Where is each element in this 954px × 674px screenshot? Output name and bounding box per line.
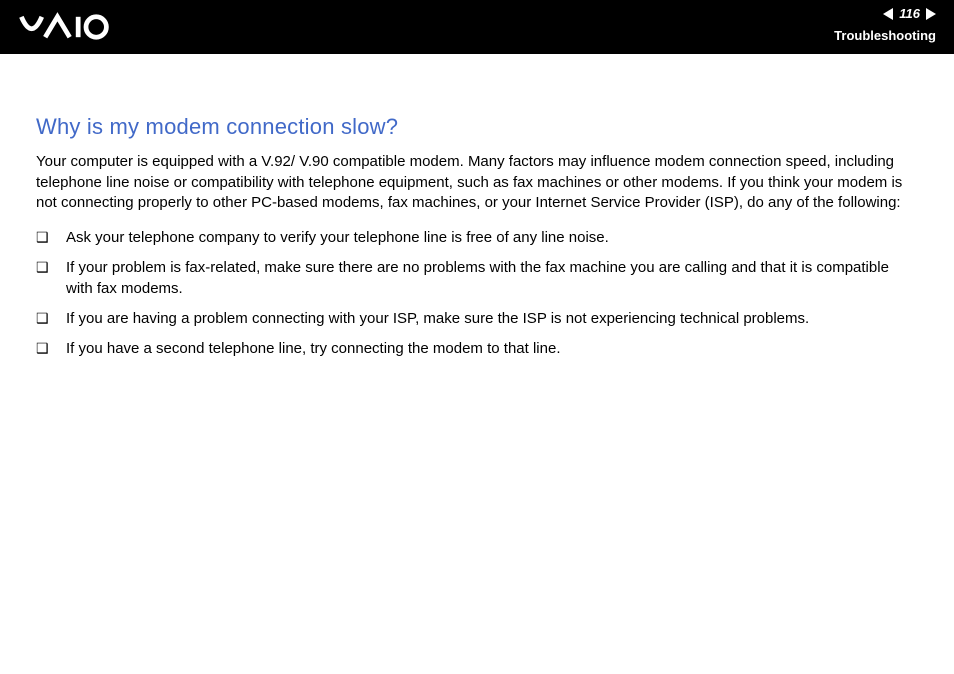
- page-header: 116 Troubleshooting: [0, 0, 954, 54]
- content-area: Why is my modem connection slow? Your co…: [0, 54, 954, 359]
- intro-paragraph: Your computer is equipped with a V.92/ V…: [36, 152, 918, 214]
- vaio-logo-icon: [18, 10, 140, 44]
- page-nav: 116: [883, 6, 936, 21]
- next-page-icon[interactable]: [926, 8, 936, 20]
- list-item: Ask your telephone company to verify you…: [36, 228, 918, 248]
- list-item: If you are having a problem connecting w…: [36, 309, 918, 329]
- section-label: Troubleshooting: [834, 28, 936, 43]
- prev-page-icon[interactable]: [883, 8, 893, 20]
- list-item: If you have a second telephone line, try…: [36, 339, 918, 359]
- page-number: 116: [899, 6, 920, 21]
- bullet-list: Ask your telephone company to verify you…: [36, 228, 918, 359]
- list-item: If your problem is fax-related, make sur…: [36, 258, 918, 299]
- page-title: Why is my modem connection slow?: [36, 114, 918, 140]
